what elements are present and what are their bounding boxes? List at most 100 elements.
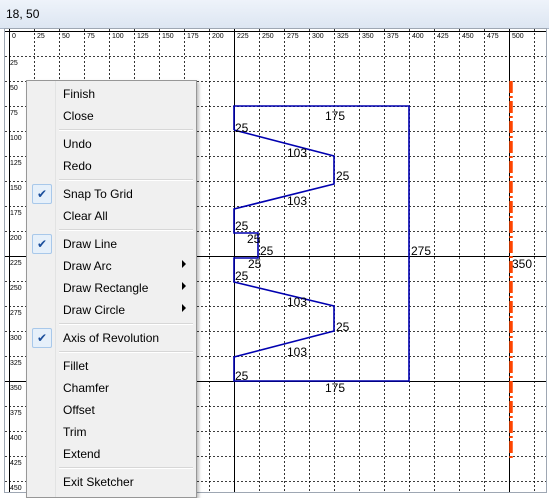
menu-item-snap-to-grid[interactable]: ✔ Snap To Grid: [29, 183, 194, 204]
menu-item-undo[interactable]: Undo: [29, 133, 194, 154]
y-ruler-label: 350: [10, 385, 22, 392]
x-ruler-label: 25: [37, 33, 45, 40]
menu-item-label: Exit Sketcher: [63, 475, 134, 489]
menu-item-exit-sketcher[interactable]: Exit Sketcher: [29, 471, 194, 492]
menu-separator: [59, 351, 193, 353]
x-ruler-label: 400: [412, 33, 424, 40]
menu-item-label: Clear All: [63, 209, 108, 223]
y-ruler-label: 375: [10, 410, 22, 417]
dim-103: 103: [287, 194, 307, 208]
x-ruler-label: 325: [337, 33, 349, 40]
menu-item-label: Finish: [63, 87, 96, 101]
menu-item-draw-arc[interactable]: Draw Arc: [29, 255, 194, 276]
dim-103: 103: [287, 295, 307, 309]
x-ruler-label: 175: [187, 33, 199, 40]
menu-item-axis-of-revolution[interactable]: ✔ Axis of Revolution: [29, 327, 194, 348]
dim-25: 25: [235, 219, 249, 233]
y-ruler-label: 100: [10, 135, 22, 142]
menu-separator: [59, 129, 193, 131]
menu-item-extend[interactable]: Extend: [29, 443, 194, 464]
x-ruler-label: 125: [137, 33, 149, 40]
x-ruler-label: 300: [312, 33, 324, 40]
dim-25: 25: [336, 320, 350, 334]
menu-item-label: Draw Arc: [63, 259, 112, 273]
y-ruler-label: 50: [10, 85, 18, 92]
menu-item-label: Close: [63, 109, 94, 123]
x-ruler-label: 250: [262, 33, 274, 40]
dim-25: 25: [235, 121, 249, 135]
menu-item-chamfer[interactable]: Chamfer: [29, 377, 194, 398]
x-ruler-label: 75: [87, 33, 95, 40]
y-ruler-label: 150: [10, 185, 22, 192]
dim-25: 25: [336, 169, 350, 183]
checkmark-icon: ✔: [32, 328, 52, 348]
title-bar: 18, 50: [0, 0, 549, 29]
menu-item-close[interactable]: Close: [29, 105, 194, 126]
checkmark-icon: ✔: [32, 184, 52, 204]
menu-item-trim[interactable]: Trim: [29, 421, 194, 442]
dim-top: 175: [325, 109, 345, 123]
y-ruler-label: 75: [10, 110, 18, 117]
menu-item-label: Draw Line: [63, 237, 118, 251]
menu-item-label: Snap To Grid: [63, 187, 133, 201]
menu-item-label: Chamfer: [63, 381, 110, 395]
menu-separator: [59, 179, 193, 181]
dim-103: 103: [287, 345, 307, 359]
window-title: 18, 50: [6, 7, 40, 21]
y-ruler-label: 325: [10, 360, 22, 367]
menu-item-clear-all[interactable]: Clear All: [29, 205, 194, 226]
menu-item-finish[interactable]: Finish: [29, 83, 194, 104]
dim-25: 25: [235, 269, 249, 283]
y-ruler-label: 175: [10, 210, 22, 217]
submenu-arrow-icon: [182, 282, 186, 290]
x-ruler-label: 50: [62, 33, 70, 40]
x-ruler-label: 150: [162, 33, 174, 40]
y-ruler-label: 200: [10, 235, 22, 242]
menu-separator: [59, 229, 193, 231]
menu-item-draw-circle[interactable]: Draw Circle: [29, 299, 194, 320]
y-ruler-label: 125: [10, 160, 22, 167]
x-ruler-label: 450: [462, 33, 474, 40]
menu-separator: [59, 467, 193, 469]
dim-25: 25: [260, 244, 274, 258]
dim-bottom: 175: [325, 381, 345, 395]
menu-item-redo[interactable]: Redo: [29, 155, 194, 176]
submenu-arrow-icon: [182, 304, 186, 312]
axis-dimension-label: 350: [512, 257, 532, 271]
x-ruler-label: 475: [487, 33, 499, 40]
dim-103: 103: [287, 146, 307, 160]
menu-item-label: Axis of Revolution: [63, 331, 160, 345]
menu-item-label: Redo: [63, 159, 92, 173]
dim-25: 25: [247, 232, 261, 246]
menu-item-draw-line[interactable]: ✔ Draw Line: [29, 233, 194, 254]
x-ruler-label: 200: [212, 33, 224, 40]
y-ruler-label: 25: [10, 60, 18, 67]
menu-item-label: Draw Rectangle: [63, 281, 149, 295]
y-ruler-label: 225: [10, 260, 22, 267]
context-menu: Finish Close Undo Redo ✔ Snap To Grid Cl…: [26, 80, 197, 498]
menu-item-label: Trim: [63, 425, 87, 439]
y-ruler-label: 275: [10, 310, 22, 317]
menu-item-label: Offset: [63, 403, 95, 417]
x-ruler-label: 275: [287, 33, 299, 40]
y-ruler-label: 250: [10, 285, 22, 292]
menu-item-draw-rectangle[interactable]: Draw Rectangle: [29, 277, 194, 298]
menu-separator: [59, 323, 193, 325]
menu-item-label: Fillet: [63, 359, 89, 373]
dim-right: 275: [411, 244, 431, 258]
x-ruler-label: 225: [237, 33, 249, 40]
menu-item-label: Undo: [63, 137, 92, 151]
y-ruler-label: 425: [10, 460, 22, 467]
x-ruler-label: 425: [437, 33, 449, 40]
menu-item-fillet[interactable]: Fillet: [29, 355, 194, 376]
y-ruler-label: 450: [10, 485, 22, 492]
x-ruler-label: 100: [112, 33, 124, 40]
submenu-arrow-icon: [182, 260, 186, 268]
menu-item-label: Draw Circle: [63, 303, 126, 317]
x-ruler-label: 0: [12, 33, 16, 40]
checkmark-icon: ✔: [32, 234, 52, 254]
x-ruler-label: 375: [387, 33, 399, 40]
y-ruler-label: 300: [10, 335, 22, 342]
y-ruler-label: 400: [10, 435, 22, 442]
menu-item-offset[interactable]: Offset: [29, 399, 194, 420]
